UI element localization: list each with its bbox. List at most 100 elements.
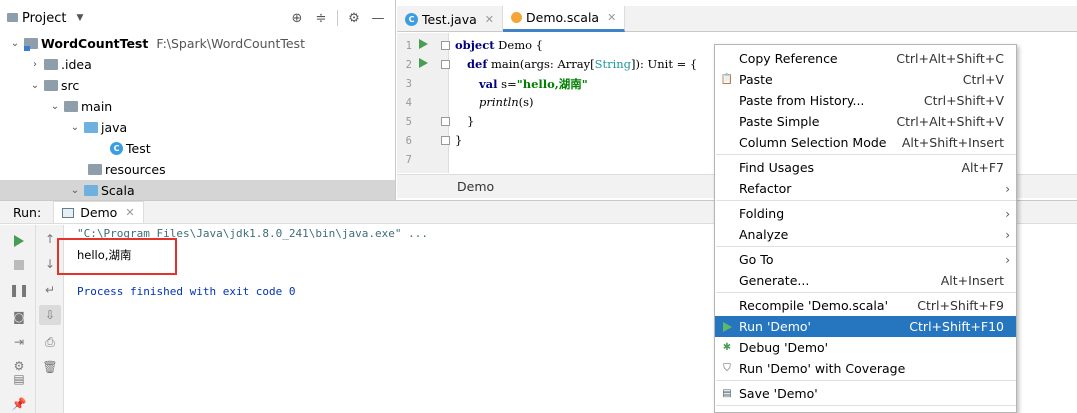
menu-item-label: Refactor: [739, 181, 792, 196]
source-folder-icon: [84, 122, 98, 133]
menu-item-run-with-coverage[interactable]: ⛉ Run 'Demo' with Coverage: [715, 358, 1016, 379]
tree-item-scala[interactable]: ⌄ Scala: [0, 180, 395, 200]
menu-separator: [716, 380, 1016, 381]
tree-item-resources[interactable]: resources: [0, 159, 395, 180]
trash-icon: 🗑: [42, 360, 58, 374]
clear-button[interactable]: 🗑: [39, 357, 61, 377]
tree-item-wordcounttest[interactable]: ⌄ WordCountTest F:\Spark\WordCountTest: [0, 33, 395, 54]
menu-item-label: Paste: [739, 72, 773, 87]
chevron-right-icon[interactable]: ›: [30, 59, 40, 70]
fold-icon[interactable]: [441, 136, 450, 145]
stop-button[interactable]: [8, 255, 30, 275]
collapse-all-icon[interactable]: ≑: [309, 9, 333, 27]
exit-button[interactable]: ⇥: [8, 332, 30, 352]
fold-icon[interactable]: [441, 117, 450, 126]
tab-test-java[interactable]: C Test.java ✕: [397, 6, 503, 32]
chevron-down-icon[interactable]: ⌄: [10, 38, 20, 49]
run-tab-label: Demo: [80, 205, 118, 220]
chevron-down-icon[interactable]: ⌄: [70, 185, 80, 196]
menu-item-analyze[interactable]: Analyze ›: [715, 224, 1016, 245]
chevron-down-icon[interactable]: ▼: [76, 13, 83, 23]
tree-item-src[interactable]: ⌄ src: [0, 75, 395, 96]
dump-threads-button[interactable]: ◙: [8, 307, 30, 327]
soft-wrap-button[interactable]: ↵: [39, 280, 61, 300]
menu-item-copy-reference[interactable]: Copy Reference Ctrl+Alt+Shift+C: [715, 48, 1016, 69]
close-icon[interactable]: ✕: [607, 11, 616, 24]
menu-item-paste-simple[interactable]: Paste Simple Ctrl+Alt+Shift+V: [715, 111, 1016, 132]
stop-icon: [14, 260, 24, 270]
print-button[interactable]: ⎙: [39, 332, 61, 352]
tree-item-label: src: [61, 78, 80, 93]
menu-item-recompile[interactable]: Recompile 'Demo.scala' Ctrl+Shift+F9: [715, 295, 1016, 316]
fold-icon[interactable]: [441, 60, 450, 69]
menu-separator: [716, 246, 1016, 247]
close-icon[interactable]: ✕: [485, 13, 494, 26]
code-token: (s): [518, 95, 534, 109]
tree-item-test[interactable]: C Test: [0, 138, 395, 159]
menu-separator: [716, 405, 1016, 406]
module-folder-icon: [24, 38, 38, 51]
menu-item-folding[interactable]: Folding ›: [715, 203, 1016, 224]
menu-item-debug-demo[interactable]: ✱ Debug 'Demo': [715, 337, 1016, 358]
menu-item-label: Run 'Demo' with Coverage: [739, 361, 906, 376]
code-token: s=: [497, 77, 517, 91]
gear-icon[interactable]: ⚙: [342, 9, 366, 27]
menu-item-shortcut: Ctrl+Shift+F10: [909, 319, 1004, 334]
project-panel: Project ▼ ⊕ ≑ ⚙ — ⌄ WordCountTest F:\Spa…: [0, 0, 396, 200]
chevron-down-icon[interactable]: ⌄: [50, 101, 60, 112]
play-icon: [14, 235, 24, 247]
tree-item-idea[interactable]: › .idea: [0, 54, 395, 75]
minimize-icon[interactable]: —: [366, 9, 390, 27]
camera-icon: ◙: [13, 310, 25, 324]
menu-item-shortcut: Ctrl+Shift+F9: [917, 298, 1004, 313]
menu-item-find-usages[interactable]: Find Usages Alt+F7: [715, 157, 1016, 178]
layout-button[interactable]: ▤: [8, 369, 30, 389]
annotation-highlight-box: [57, 238, 177, 275]
menu-item-label: Debug 'Demo': [739, 340, 829, 355]
code-line-5: }: [467, 114, 475, 128]
menu-item-go-to[interactable]: Go To ›: [715, 249, 1016, 270]
tab-label: Demo.scala: [526, 10, 600, 25]
menu-item-save-demo[interactable]: ▤ Save 'Demo': [715, 383, 1016, 404]
menu-item-paste[interactable]: 📋 Paste Ctrl+V: [715, 69, 1016, 90]
printer-icon: ⎙: [45, 334, 55, 349]
tree-item-java[interactable]: ⌄ java: [0, 117, 395, 138]
locate-icon[interactable]: ⊕: [285, 9, 309, 27]
run-tab-demo[interactable]: Demo ✕: [53, 201, 144, 223]
folder-icon: [64, 101, 78, 112]
project-title[interactable]: Project: [22, 11, 66, 26]
fold-icon[interactable]: [441, 41, 450, 50]
chevron-down-icon[interactable]: ⌄: [30, 80, 40, 91]
menu-item-paste-from-history[interactable]: Paste from History... Ctrl+Shift+V: [715, 90, 1016, 111]
tab-demo-scala[interactable]: Demo.scala ✕: [503, 6, 626, 32]
line-number: 7: [405, 154, 412, 166]
menu-item-label: Analyze: [739, 227, 789, 242]
java-class-icon: C: [110, 142, 123, 155]
console-finish-line: Process finished with exit code 0: [77, 285, 296, 298]
tab-label: Test.java: [422, 11, 477, 27]
menu-item-generate[interactable]: Generate... Alt+Insert: [715, 270, 1016, 291]
tree-item-label: Scala: [101, 183, 135, 198]
run-gutter-icon[interactable]: [419, 58, 428, 68]
menu-item-run-demo[interactable]: Run 'Demo' Ctrl+Shift+F10: [715, 316, 1016, 337]
scroll-to-end-button[interactable]: ⇩: [39, 305, 61, 325]
context-menu: Copy Reference Ctrl+Alt+Shift+C 📋 Paste …: [714, 44, 1017, 413]
rerun-button[interactable]: [8, 231, 30, 251]
menu-separator: [716, 154, 1016, 155]
close-icon[interactable]: ✕: [125, 206, 134, 219]
tree-item-main[interactable]: ⌄ main: [0, 96, 395, 117]
code-token: object: [455, 38, 495, 52]
tree-item-label: resources: [105, 162, 166, 177]
tree-item-label: java: [101, 120, 128, 135]
pin-button[interactable]: 📌: [8, 394, 30, 413]
menu-item-refactor[interactable]: Refactor ›: [715, 178, 1016, 199]
chevron-right-icon: ›: [1005, 252, 1010, 267]
code-token: println: [479, 95, 519, 109]
chevron-down-icon[interactable]: ⌄: [70, 122, 80, 133]
menu-item-column-selection-mode[interactable]: Column Selection Mode Alt+Shift+Insert: [715, 132, 1016, 153]
run-gutter-icon[interactable]: [419, 39, 428, 49]
chevron-right-icon: ›: [1005, 227, 1010, 242]
menu-separator: [716, 292, 1016, 293]
code-token: String: [594, 57, 632, 71]
pause-button[interactable]: ❚❚: [8, 280, 30, 300]
